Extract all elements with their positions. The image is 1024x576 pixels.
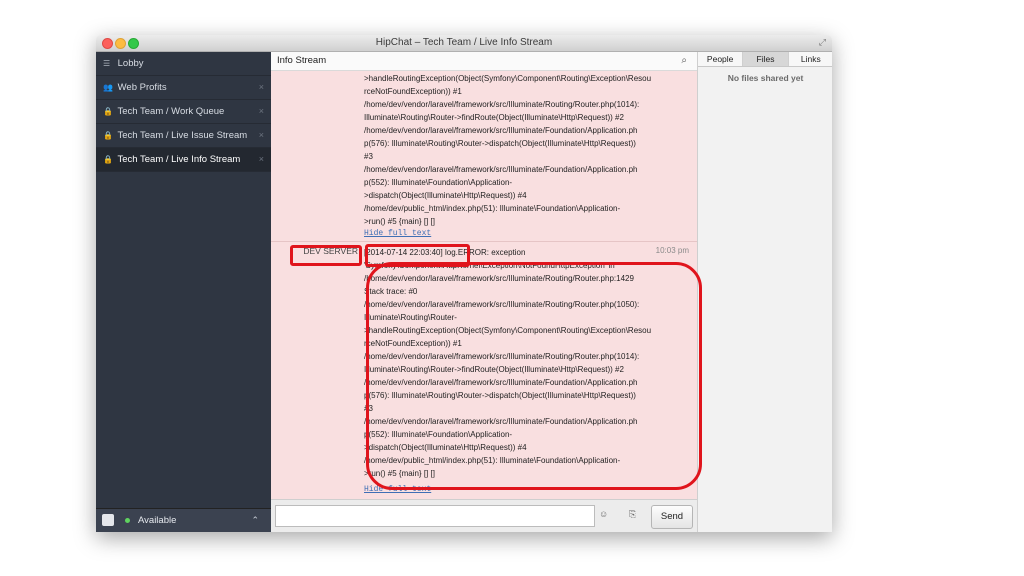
fullscreen-icon[interactable]: ⤢ — [819, 37, 826, 48]
chevron-up-icon[interactable]: ⌃ — [251, 509, 259, 532]
sidebar-item-web-profits[interactable]: 👥 Web Profits × — [96, 76, 271, 100]
empty-files-text: No files shared yet — [727, 73, 804, 83]
message-line: >dispatch(Object(Illuminate\Http\Request… — [364, 191, 527, 200]
annotation-box-sender — [290, 245, 362, 266]
message-line: >handleRoutingException(Object(Symfony\C… — [364, 74, 652, 83]
message-input[interactable] — [275, 505, 595, 527]
smiley-icon[interactable]: ☺ — [599, 509, 608, 519]
window-title: HipChat – Tech Team / Live Info Stream — [375, 37, 553, 48]
sidebar-item-label: Tech Team / Live Info Stream — [117, 154, 241, 165]
close-icon[interactable]: × — [259, 124, 264, 147]
sidebar-item-live-issue-stream[interactable]: 🔒 Tech Team / Live Issue Stream × — [96, 124, 271, 148]
title-bar: HipChat – Tech Team / Live Info Stream ⤢ — [96, 35, 832, 52]
sidebar-item-label: Tech Team / Live Issue Stream — [117, 130, 248, 141]
sidebar-item-label: Lobby — [117, 58, 144, 69]
close-icon[interactable]: × — [259, 76, 264, 99]
message-line: p(576): Illuminate\Routing\Router->dispa… — [364, 139, 636, 148]
status-bar[interactable]: Available ⌃ — [96, 508, 271, 532]
message-line: p(552): Illuminate\Foundation\Applicatio… — [364, 178, 513, 187]
send-button[interactable]: Send — [651, 505, 693, 529]
sidebar-item-label: Tech Team / Work Queue — [117, 106, 225, 117]
tab-files[interactable]: Files — [743, 52, 789, 66]
message-line: #3 — [364, 152, 373, 161]
room-header: Info Stream ⌕ — [271, 52, 697, 71]
message-body: >handleRoutingException(Object(Symfony\C… — [364, 72, 692, 228]
paperclip-icon[interactable]: ⎘ — [629, 509, 636, 520]
search-icon[interactable]: ⌕ — [681, 52, 687, 70]
status-dot-icon — [125, 518, 130, 523]
right-panel: People Files Links No files shared yet — [697, 52, 832, 532]
composer: ☺ ⎘ Send — [271, 499, 697, 532]
close-icon[interactable]: × — [259, 148, 264, 171]
tab-links[interactable]: Links — [788, 52, 832, 66]
lock-icon: 🔒 — [103, 131, 113, 140]
message-line: Illuminate\Routing\Router->findRoute(Obj… — [364, 113, 624, 122]
list-icon: ☰ — [103, 59, 111, 68]
close-icon[interactable]: × — [259, 100, 264, 123]
message-item: >handleRoutingException(Object(Symfony\C… — [271, 71, 697, 242]
right-panel-tabs: People Files Links — [698, 52, 832, 67]
message-line: /home/dev/vendor/laravel/framework/src/I… — [364, 100, 640, 109]
sidebar-item-label: Web Profits — [117, 82, 167, 93]
message-line: /home/dev/vendor/laravel/framework/src/I… — [364, 126, 638, 135]
room-title: Info Stream — [277, 55, 327, 66]
avatar[interactable] — [102, 514, 114, 526]
message-line: >run() #5 {main} [] [] — [364, 217, 435, 226]
message-line: /home/dev/public_html/index.php(51): Ill… — [364, 204, 621, 213]
sidebar-item-live-info-stream[interactable]: 🔒 Tech Team / Live Info Stream × — [96, 148, 271, 172]
status-label: Available — [138, 515, 177, 526]
people-icon: 👥 — [103, 83, 113, 92]
lock-icon: 🔒 — [103, 107, 113, 116]
tab-people[interactable]: People — [698, 52, 744, 66]
hide-full-text-link[interactable]: Hide full text — [364, 229, 431, 238]
sidebar-item-work-queue[interactable]: 🔒 Tech Team / Work Queue × — [96, 100, 271, 124]
sidebar: ☰ Lobby 👥 Web Profits × 🔒 Tech Team / Wo… — [96, 52, 271, 532]
message-line: rceNotFoundException)) #1 — [364, 87, 462, 96]
sidebar-item-lobby[interactable]: ☰ Lobby — [96, 52, 271, 76]
message-line: /home/dev/vendor/laravel/framework/src/I… — [364, 165, 638, 174]
annotation-ellipse-stack-trace — [366, 262, 702, 490]
lock-icon: 🔒 — [103, 155, 113, 164]
